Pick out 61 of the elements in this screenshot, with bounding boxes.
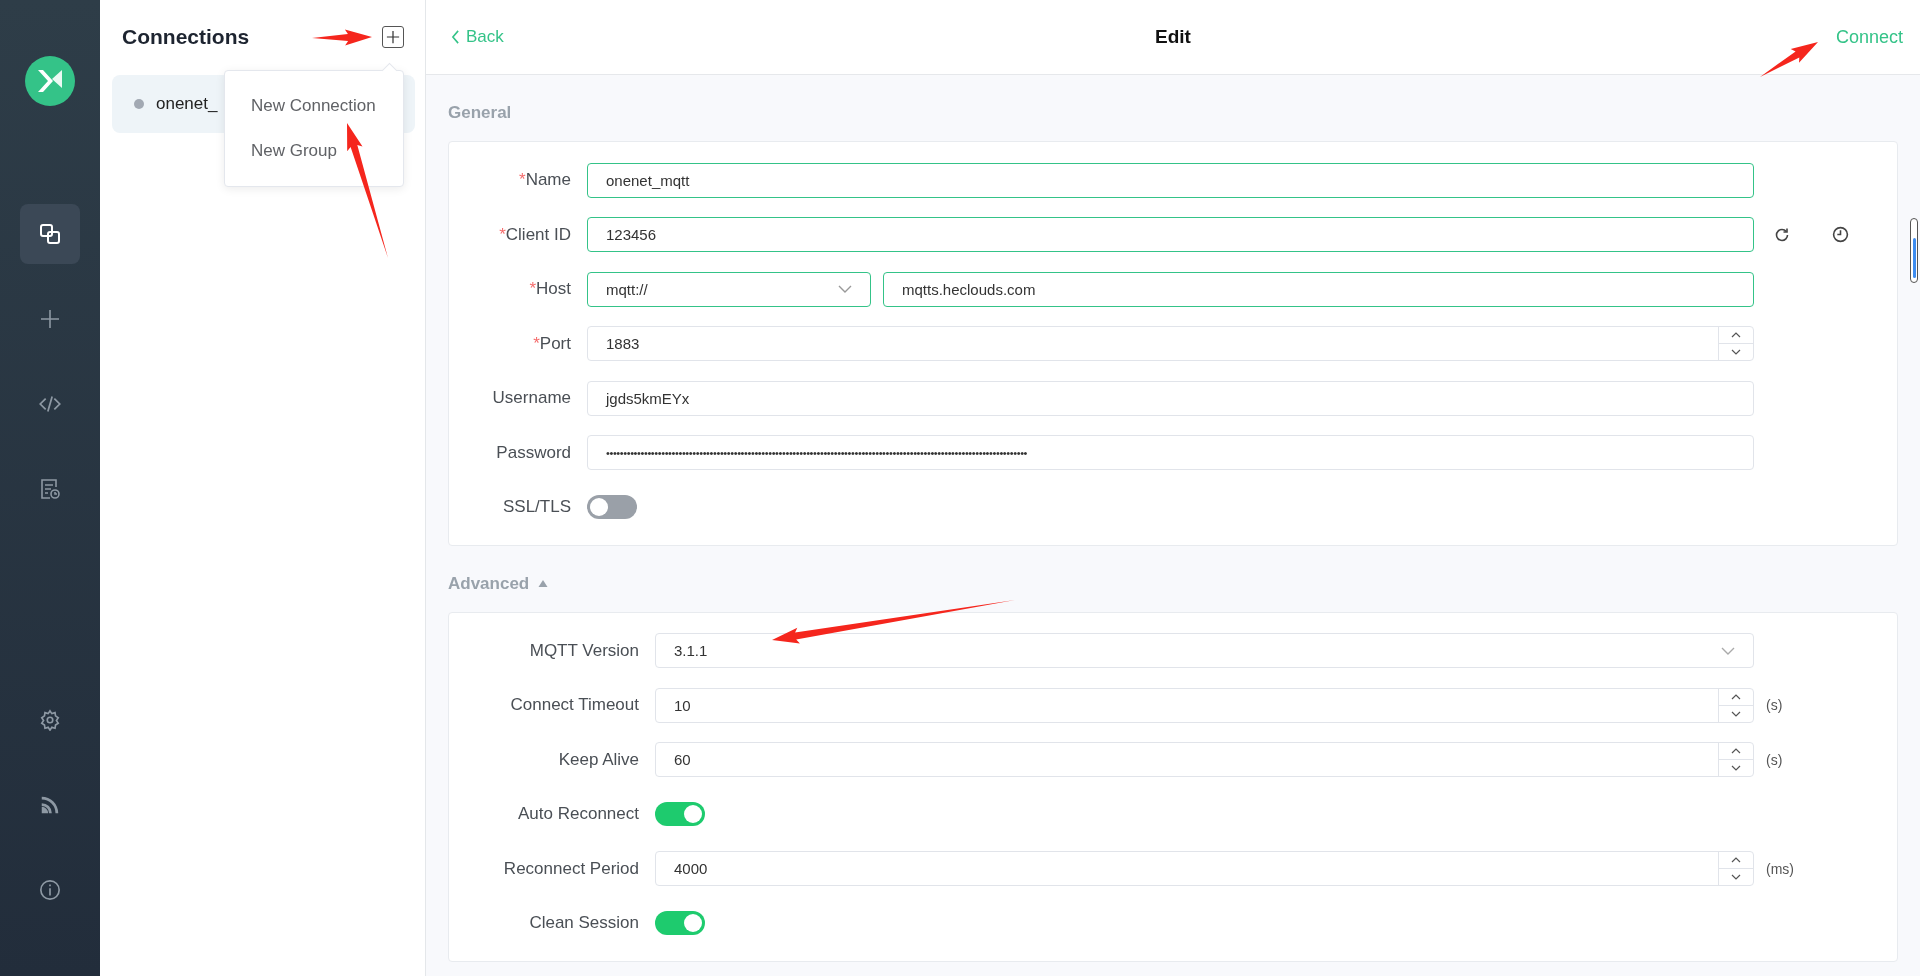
panel-title: Connections: [122, 25, 250, 49]
decrement-icon[interactable]: [1731, 710, 1741, 717]
increment-icon[interactable]: [1731, 857, 1741, 864]
decrement-icon[interactable]: [1731, 765, 1741, 772]
host-field[interactable]: mqtts.heclouds.com: [883, 271, 1754, 307]
scrollbar[interactable]: [1910, 218, 1918, 283]
decrement-icon[interactable]: [1731, 349, 1741, 356]
field-label: *Host: [528, 279, 572, 300]
settings-icon[interactable]: [39, 709, 61, 731]
menu-item[interactable]: New Connection: [225, 96, 403, 141]
field-label: MQTT Version: [528, 640, 640, 661]
text-field[interactable]: 123456: [587, 217, 1754, 253]
field-label: Reconnect Period: [502, 858, 640, 879]
connections-nav-item[interactable]: [20, 204, 80, 264]
windows-icon[interactable]: [38, 222, 62, 246]
field-label: Keep Alive: [557, 749, 640, 770]
field-label: Auto Reconnect: [517, 804, 640, 825]
section-title: General: [448, 102, 512, 124]
refresh-icon[interactable]: [1774, 226, 1790, 243]
field-label: SSL/TLS: [501, 497, 572, 518]
unit-label: (ms): [1766, 860, 1794, 877]
field-label: Username: [491, 388, 572, 409]
toggle-switch[interactable]: [655, 802, 705, 827]
annotation-arrow: [1760, 42, 1818, 77]
increment-icon[interactable]: [1731, 748, 1741, 755]
app-logo: [25, 56, 75, 106]
add-button[interactable]: [382, 26, 404, 48]
field-label: *Port: [532, 333, 572, 354]
version-select[interactable]: 3.1.1: [655, 633, 1754, 669]
triangle-icon: [537, 579, 550, 588]
menu-item[interactable]: New Group: [225, 141, 403, 186]
chevron-left-icon: [451, 30, 460, 44]
toggle-switch[interactable]: [587, 495, 637, 520]
field-label: Clean Session: [528, 913, 640, 934]
info-icon[interactable]: [39, 879, 61, 901]
chevron-down-icon: [1721, 646, 1735, 655]
log-icon[interactable]: [38, 477, 62, 501]
text-field[interactable]: jgds5kmEYx: [587, 380, 1754, 416]
number-field[interactable]: 60: [655, 742, 1754, 778]
toggle-switch[interactable]: [655, 911, 705, 936]
field-label: *Client ID: [498, 224, 572, 245]
unit-label: (s): [1766, 751, 1783, 768]
number-field[interactable]: 1883: [587, 326, 1754, 362]
clock-icon[interactable]: [1832, 226, 1849, 244]
field-label: *Name: [518, 170, 572, 191]
chevron-down-icon: [838, 285, 852, 294]
protocol-select[interactable]: mqtt://: [587, 271, 871, 307]
plus-icon[interactable]: [38, 307, 62, 331]
field-label: Connect Timeout: [509, 695, 640, 716]
field-label: Password: [495, 442, 572, 463]
feed-icon[interactable]: [39, 794, 61, 816]
text-field[interactable]: onenet_mqtt: [587, 162, 1754, 198]
unit-label: (s): [1766, 697, 1783, 714]
number-field[interactable]: 10: [655, 687, 1754, 723]
number-field[interactable]: 4000: [655, 851, 1754, 887]
increment-icon[interactable]: [1731, 693, 1741, 700]
page-title: Edit: [1155, 26, 1191, 48]
decrement-icon[interactable]: [1731, 874, 1741, 881]
increment-icon[interactable]: [1731, 332, 1741, 339]
plus-icon: [386, 30, 400, 44]
password-field[interactable]: ••••••••••••••••••••••••••••••••••••••••••••••••••••••••••••••••••••••••••••••••••••••••••••••••••••••••••••••••••••••••••: [587, 435, 1754, 471]
